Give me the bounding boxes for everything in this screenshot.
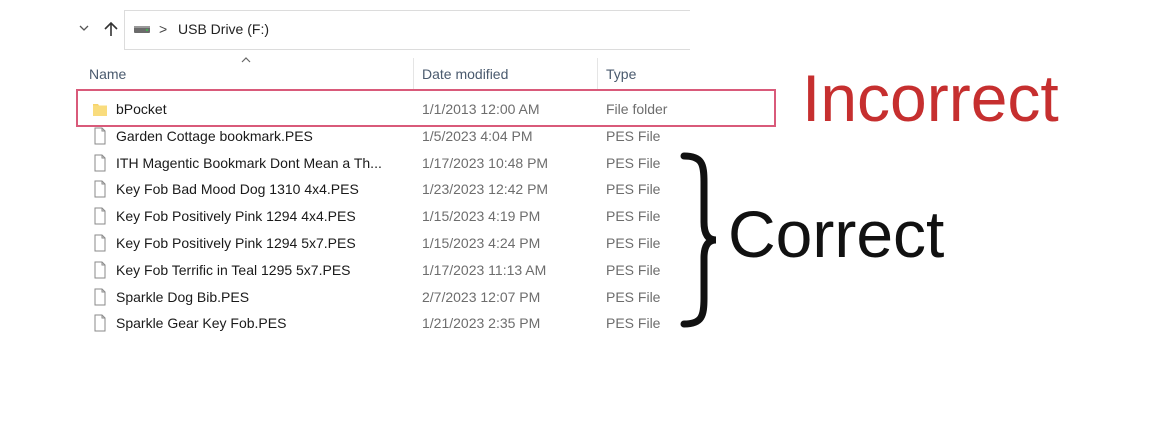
address-bar[interactable]: > USB Drive (F:) (124, 10, 690, 50)
file-icon (94, 127, 106, 145)
file-type: PES File (606, 315, 661, 332)
list-item[interactable]: ITH Magentic Bookmark Dont Mean a Th... … (80, 150, 687, 177)
chevron-down-icon[interactable] (78, 22, 90, 34)
file-date-modified: 2/7/2023 12:07 PM (422, 288, 541, 305)
navigation-bar: > USB Drive (F:) (70, 10, 690, 50)
file-type: PES File (606, 208, 661, 225)
file-name: Sparkle Gear Key Fob.PES (116, 315, 287, 332)
column-header-type[interactable]: Type (606, 66, 636, 82)
column-divider[interactable] (413, 58, 414, 90)
file-icon (94, 234, 106, 252)
file-date-modified: 1/15/2023 4:19 PM (422, 208, 541, 225)
list-item[interactable]: Key Fob Positively Pink 1294 5x7.PES 1/1… (80, 230, 687, 257)
list-item[interactable]: Key Fob Bad Mood Dog 1310 4x4.PES 1/23/2… (80, 176, 687, 203)
file-date-modified: 1/23/2023 12:42 PM (422, 181, 549, 198)
file-icon (94, 314, 106, 332)
file-icon (94, 288, 106, 306)
up-arrow-icon[interactable] (102, 20, 120, 38)
file-type: PES File (606, 288, 661, 305)
file-type: PES File (606, 261, 661, 278)
file-icon (94, 180, 106, 198)
list-item[interactable]: Key Fob Terrific in Teal 1295 5x7.PES 1/… (80, 257, 687, 284)
list-item[interactable]: Sparkle Dog Bib.PES 2/7/2023 12:07 PM PE… (80, 284, 687, 311)
file-name: Sparkle Dog Bib.PES (116, 288, 250, 305)
file-icon (94, 261, 106, 279)
file-name: Key Fob Terrific in Teal 1295 5x7.PES (116, 261, 351, 278)
column-divider[interactable] (597, 58, 598, 90)
file-name: Garden Cottage bookmark.PES (116, 127, 313, 144)
file-date-modified: 1/15/2023 4:24 PM (422, 234, 541, 251)
file-date-modified: 1/21/2023 2:35 PM (422, 315, 541, 332)
file-name: Key Fob Positively Pink 1294 4x4.PES (116, 208, 356, 225)
list-item[interactable]: Sparkle Gear Key Fob.PES 1/21/2023 2:35 … (80, 310, 687, 337)
file-type: PES File (606, 127, 661, 144)
usb-drive-icon (134, 26, 150, 33)
file-type: PES File (606, 181, 661, 198)
curly-brace-icon (680, 152, 717, 328)
file-name: ITH Magentic Bookmark Dont Mean a Th... (116, 154, 382, 171)
incorrect-highlight-box (76, 89, 776, 127)
column-header-date-modified[interactable]: Date modified (422, 66, 508, 82)
file-name: Key Fob Positively Pink 1294 5x7.PES (116, 234, 356, 251)
incorrect-annotation: Incorrect (802, 61, 1059, 135)
file-list: bPocket 1/1/2013 12:00 AM File folder Ga… (80, 96, 687, 337)
column-header-name[interactable]: Name (89, 66, 126, 82)
breadcrumb-usb-drive[interactable]: USB Drive (F:) (178, 21, 269, 37)
file-date-modified: 1/17/2023 11:13 AM (422, 261, 547, 278)
sort-ascending-icon (241, 57, 251, 63)
file-type: PES File (606, 154, 661, 171)
column-header-row: Name Date modified Type (80, 56, 687, 90)
file-date-modified: 1/5/2023 4:04 PM (422, 127, 533, 144)
file-type: PES File (606, 234, 661, 251)
file-icon (94, 207, 106, 225)
breadcrumb-separator[interactable]: > (159, 21, 167, 37)
file-name: Key Fob Bad Mood Dog 1310 4x4.PES (116, 181, 359, 198)
file-date-modified: 1/17/2023 10:48 PM (422, 154, 549, 171)
list-item[interactable]: Key Fob Positively Pink 1294 4x4.PES 1/1… (80, 203, 687, 230)
correct-annotation: Correct (728, 197, 945, 271)
file-icon (94, 154, 106, 172)
